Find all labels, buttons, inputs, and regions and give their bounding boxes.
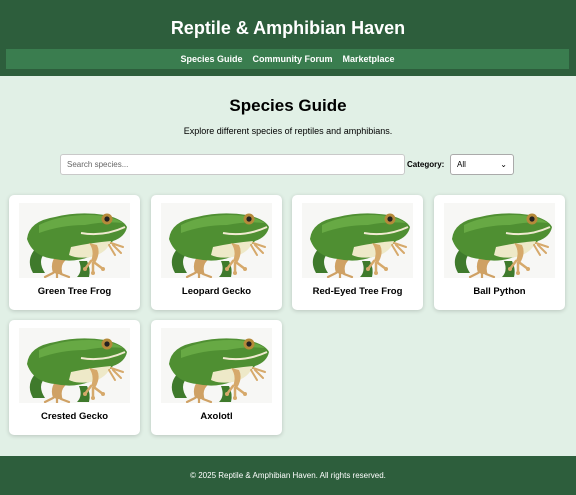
- site-title: Reptile & Amphibian Haven: [170, 18, 406, 38]
- species-name: Red-Eyed Tree Frog: [312, 286, 403, 297]
- nav-species-guide[interactable]: Species Guide: [180, 54, 242, 64]
- category-selected-value: All: [457, 160, 466, 169]
- species-name: Crested Gecko: [40, 411, 109, 422]
- chevron-down-icon: ⌄: [500, 160, 507, 169]
- species-photo: [302, 203, 413, 278]
- nav-marketplace[interactable]: Marketplace: [343, 54, 395, 64]
- species-card[interactable]: Leopard Gecko: [151, 195, 282, 310]
- species-card[interactable]: Axolotl: [151, 320, 282, 435]
- species-name: Ball Python: [473, 286, 526, 297]
- species-photo: [19, 203, 130, 278]
- search-input[interactable]: [60, 154, 405, 175]
- nav-community-forum[interactable]: Community Forum: [253, 54, 333, 64]
- species-card[interactable]: Green Tree Frog: [9, 195, 140, 310]
- species-name: Axolotl: [200, 411, 233, 422]
- species-photo: [161, 203, 272, 278]
- species-card[interactable]: Red-Eyed Tree Frog: [292, 195, 423, 310]
- species-name: Green Tree Frog: [37, 286, 112, 297]
- site-header: Reptile & Amphibian Haven Species Guide …: [0, 0, 576, 76]
- species-photo: [161, 328, 272, 403]
- footer-copyright: © 2025 Reptile & Amphibian Haven. All ri…: [190, 471, 386, 480]
- category-select[interactable]: All ⌄: [450, 154, 514, 175]
- species-photo: [444, 203, 555, 278]
- species-card[interactable]: Ball Python: [434, 195, 565, 310]
- main-nav: Species Guide Community Forum Marketplac…: [6, 49, 569, 69]
- site-footer: © 2025 Reptile & Amphibian Haven. All ri…: [0, 456, 576, 495]
- species-photo: [19, 328, 130, 403]
- species-name: Leopard Gecko: [181, 286, 252, 297]
- page-title: Species Guide: [229, 96, 347, 115]
- species-card[interactable]: Crested Gecko: [9, 320, 140, 435]
- page-subtitle: Explore different species of reptiles an…: [183, 126, 393, 136]
- category-label: Category:: [407, 160, 445, 169]
